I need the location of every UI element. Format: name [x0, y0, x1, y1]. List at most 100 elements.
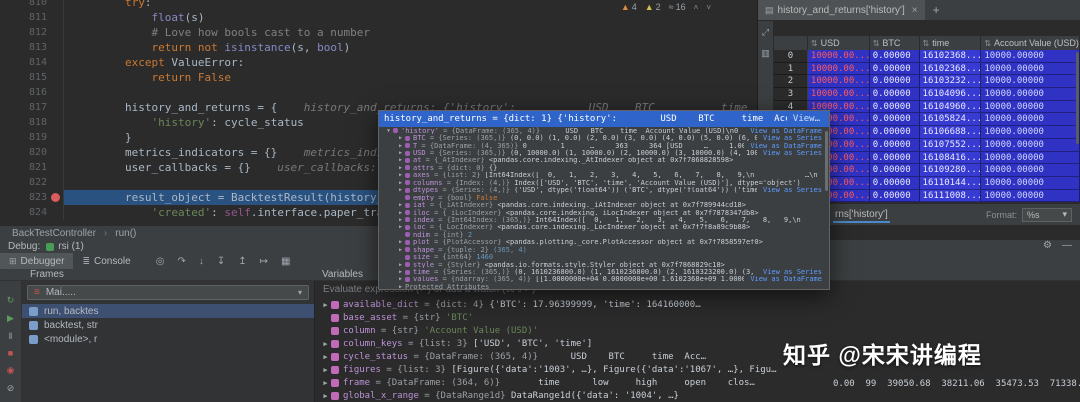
breadcrumb-class[interactable]: BackTestController	[12, 228, 96, 239]
variable-row[interactable]: ▶ available_dict = {dict: 4} {'BTC': 17.9…	[315, 298, 1080, 311]
add-tab-icon[interactable]: +	[933, 3, 940, 17]
table-cell[interactable]: 2	[774, 75, 808, 89]
view-as-link[interactable]: View as Series	[763, 149, 826, 156]
popup-row[interactable]: ▶ index = {Int64Index: (365,)} Int64Index…	[379, 216, 829, 223]
popup-scrollbar[interactable]	[825, 131, 828, 191]
expand-arrow-icon[interactable]: ▶	[396, 172, 405, 178]
grid-icon[interactable]: ▥	[761, 48, 770, 59]
column-header[interactable]: ⇅ BTC	[870, 36, 920, 50]
table-cell[interactable]: 10000.00000	[981, 126, 1080, 139]
table-cell[interactable]: 10000.00...	[807, 62, 870, 76]
frame-item[interactable]: <module>, r	[22, 332, 314, 346]
table-cell[interactable]: 16107552...	[919, 138, 982, 152]
table-cell[interactable]: 16104960...	[919, 100, 982, 114]
popup-row[interactable]: ▶ BTC = {Series: (365,)} (0, 0.0) (1, 0.0…	[379, 134, 829, 141]
gutter-line-number[interactable]: 824	[0, 205, 64, 220]
expand-arrow-icon[interactable]: ▶	[320, 301, 331, 309]
table-row[interactable]: 2 10000.00... 0.00000 16103232... 10000.0000…	[774, 75, 1080, 89]
tab-console[interactable]: ≣ Console	[73, 253, 139, 269]
expand-arrow-icon[interactable]: ▶	[396, 202, 405, 208]
expand-arrow-icon[interactable]: ▶	[320, 392, 331, 400]
code-line[interactable]: 815 return False	[0, 70, 757, 85]
gutter-line-number[interactable]: 816	[0, 85, 64, 100]
popup-row[interactable]: size = {int64} 1460	[379, 253, 829, 261]
hide-panel-icon[interactable]: —	[1062, 240, 1072, 251]
sort-icon[interactable]: ⇅	[923, 39, 930, 48]
table-cell[interactable]: 0.00000	[869, 126, 920, 139]
pause-icon[interactable]: ‖	[9, 331, 13, 341]
gutter-line-number[interactable]: 814	[0, 55, 64, 70]
mute-breakpoints-icon[interactable]: ⊘	[7, 383, 15, 394]
table-row[interactable]: 3 10000.00... 0.00000 16104096... 10000.0000…	[774, 88, 1080, 101]
column-header[interactable]: ⇅ USD	[808, 36, 870, 50]
table-cell[interactable]: 16104096...	[919, 88, 982, 101]
debugger-value-popup[interactable]: history_and_returns = {dict: 1} {'histor…	[378, 110, 830, 290]
expand-arrow-icon[interactable]: ▶	[320, 379, 331, 387]
popup-row[interactable]: ▶ attrs = {dict: 0} {}	[379, 164, 829, 171]
table-cell[interactable]: 0.00000	[869, 88, 920, 101]
gutter-line-number[interactable]: 811	[0, 10, 64, 25]
popup-header-row[interactable]: history_and_returns = {dict: 1} {'histor…	[379, 111, 829, 127]
table-cell[interactable]: 10000.00000	[981, 75, 1080, 89]
expand-arrow-icon[interactable]: ▶	[320, 366, 331, 374]
table-cell[interactable]: 10000.00000	[981, 50, 1080, 63]
warning-triangle-icon[interactable]: ▲ 2	[645, 2, 661, 12]
popup-row[interactable]: ▶ shape = {tuple: 2} (365, 4)	[379, 246, 829, 253]
table-cell[interactable]: 10000.00000	[981, 189, 1080, 203]
table-cell[interactable]: 0.00000	[869, 164, 920, 177]
variable-row[interactable]: ▶ global_x_range = {DataRange1d} DataRang…	[315, 389, 1080, 402]
gutter-line-number[interactable]: 817	[0, 100, 64, 115]
table-cell[interactable]: 10000.00000	[981, 151, 1080, 165]
expand-arrow-icon[interactable]: ▶	[320, 353, 331, 361]
show-execution-point-icon[interactable]: ◎	[156, 256, 165, 267]
tab-debugger[interactable]: ⊞ Debugger	[0, 253, 74, 269]
table-cell[interactable]: 16106688...	[919, 126, 982, 139]
frame-item[interactable]: backtest, str	[22, 318, 314, 332]
table-cell[interactable]: 0.00000	[869, 189, 920, 203]
view-as-link[interactable]: View as Series	[763, 187, 826, 194]
chevron-icon[interactable]: ˄	[694, 3, 699, 12]
error-triangle-icon[interactable]: ▲ 4	[621, 2, 637, 12]
weak-warning-icon[interactable]: ≈16	[669, 2, 686, 12]
table-cell[interactable]: 10000.00...	[807, 50, 870, 63]
step-out-icon[interactable]: ↥	[238, 256, 246, 267]
run-configuration[interactable]: rsi (1)	[46, 241, 84, 252]
table-cell[interactable]: 10000.00000	[981, 176, 1080, 190]
table-cell[interactable]: 16102368...	[919, 62, 982, 76]
close-icon[interactable]: ×	[912, 5, 918, 16]
expand-arrow-icon[interactable]: ▶	[396, 247, 405, 253]
inspections-widget[interactable]: ▲ 4 ▲ 2 ≈16 ˄ ˅	[621, 2, 711, 12]
expand-arrow-icon[interactable]: ▶	[396, 210, 405, 216]
step-over-icon[interactable]: ↷	[177, 256, 185, 267]
table-cell[interactable]: 0.00000	[869, 113, 920, 127]
table-cell[interactable]: 0.00000	[869, 138, 920, 152]
popup-row[interactable]: ▶ style = {Styler} <pandas.io.formats.sty…	[379, 261, 829, 268]
expand-arrow-icon[interactable]: ▶	[320, 340, 331, 348]
popup-row[interactable]: ▼ 'history' = {DataFrame: (365, 4)} USD B…	[379, 127, 829, 134]
table-cell[interactable]: 0.00000	[869, 176, 920, 190]
table-cell[interactable]: 10000.00000	[981, 164, 1080, 177]
popup-row[interactable]: ▶ loc = {_LocIndexer} <pandas.core.indexi…	[379, 224, 829, 231]
column-header[interactable]: ⇅ Account Value (USD)	[981, 36, 1080, 50]
popup-row[interactable]: ▶ USD = {Series: (365,)} (0, 10000.0) (1,…	[379, 149, 829, 156]
code-line[interactable]: 814 except ValueError:	[0, 55, 757, 70]
expand-arrow-icon[interactable]: ▶	[396, 224, 405, 230]
expand-arrow-icon[interactable]: ▶	[396, 165, 405, 171]
expand-arrow-icon[interactable]: ▶	[396, 143, 405, 149]
view-as-link[interactable]: View as DataFrame	[750, 127, 826, 134]
table-cell[interactable]: 10000.00...	[807, 88, 870, 101]
expand-arrow-icon[interactable]: ▶	[396, 276, 405, 282]
expand-arrow-icon[interactable]: ▼	[384, 128, 393, 134]
gutter-line-number[interactable]: 822	[0, 175, 64, 190]
chevron-icon[interactable]: ˅	[706, 3, 711, 12]
popup-row[interactable]: empty = {bool} False	[379, 194, 829, 201]
format-select[interactable]: %s ▾	[1022, 207, 1072, 222]
tab-history-dataframe[interactable]: ▤ history_and_returns['history'] ×	[758, 0, 925, 20]
resume-icon[interactable]: ▶	[7, 313, 14, 324]
table-cell[interactable]: 10000.00000	[981, 113, 1080, 127]
table-cell[interactable]: 10000.00000	[981, 100, 1080, 114]
gutter-line-number[interactable]: 823	[0, 190, 64, 205]
table-cell[interactable]: 1	[774, 62, 808, 76]
thread-selector[interactable]: ≡ Mai..... ▾	[27, 285, 309, 300]
expand-arrow-icon[interactable]: ▶	[396, 284, 405, 289]
